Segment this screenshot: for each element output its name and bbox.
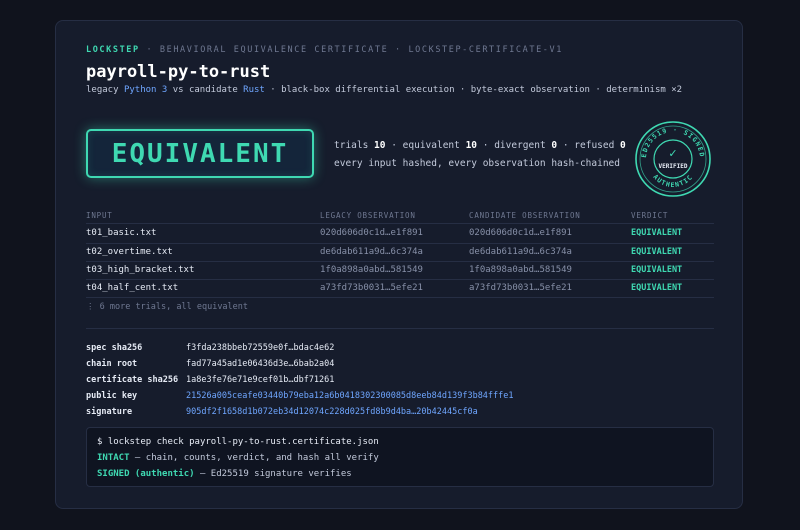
row-legacy-hash: a73fd73b0031…5efe21 xyxy=(320,283,423,293)
seal-ring-bottom-text: AUTHENTIC xyxy=(651,173,694,189)
divergent-label: · divergent xyxy=(477,140,552,151)
column-header-legacy: LEGACY OBSERVATION xyxy=(320,211,416,220)
table-row: t04_half_cent.txt a73fd73b0031…5efe21 a7… xyxy=(56,283,744,301)
seal-check-icon: ✓ xyxy=(668,147,677,160)
verdict-label: EQUIVALENT xyxy=(111,138,289,169)
equivalent-label: · equivalent xyxy=(385,140,466,151)
page-subtitle: legacy Python 3 vs candidate Rust · blac… xyxy=(86,85,682,95)
spec-sha256-label: spec sha256 xyxy=(86,343,143,353)
column-header-candidate: CANDIDATE OBSERVATION xyxy=(469,211,581,220)
terminal-intact-line: INTACT — chain, counts, verdict, and has… xyxy=(97,453,379,463)
row-candidate-hash: a73fd73b0031…5efe21 xyxy=(469,283,572,293)
spec-sha256-value: f3fda238bbeb72559e0f…bdac4e62 xyxy=(186,343,335,353)
verdict-badge: EQUIVALENT xyxy=(86,129,314,178)
column-header-verdict: VERDICT xyxy=(631,211,669,220)
table-row: t02_overtime.txt de6dab611a9d…6c374a de6… xyxy=(56,247,744,265)
terminal-output: $ lockstep check payroll-py-to-rust.cert… xyxy=(86,427,714,487)
certificate-kicker: LOCKSTEP · BEHAVIORAL EQUIVALENCE CERTIF… xyxy=(86,45,563,55)
intact-detail: — chain, counts, verdict, and hash all v… xyxy=(129,453,379,463)
brand-label: LOCKSTEP xyxy=(86,45,140,55)
signed-detail: — Ed25519 signature verifies xyxy=(194,469,352,479)
table-row: t03_high_bracket.txt 1f0a898a0abd…581549… xyxy=(56,265,744,283)
signed-status: SIGNED (authentic) xyxy=(97,469,195,479)
signature-label: signature xyxy=(86,407,133,417)
kicker-text: · BEHAVIORAL EQUIVALENCE CERTIFICATE · L… xyxy=(139,45,563,55)
column-header-input: INPUT xyxy=(86,211,113,220)
refused-count: 0 xyxy=(620,140,626,151)
row-legacy-hash: 1f0a898a0abd…581549 xyxy=(320,265,423,275)
subtitle-rest: · black-box differential execution · byt… xyxy=(264,85,683,95)
row-legacy-hash: 020d606d0c1d…e1f891 xyxy=(320,228,423,238)
terminal-command: $ lockstep check payroll-py-to-rust.cert… xyxy=(97,437,379,447)
row-verdict: EQUIVALENT xyxy=(631,265,683,275)
public-key-value: 21526a005ceafe03440b79eba12a6b0418302300… xyxy=(186,391,514,401)
row-verdict: EQUIVALENT xyxy=(631,247,683,257)
certificate-sha256-label: certificate sha256 xyxy=(86,375,179,385)
seal-center-label: VERIFIED xyxy=(659,163,688,170)
row-candidate-hash: 020d606d0c1d…e1f891 xyxy=(469,228,572,238)
trial-stats: trials 10 · equivalent 10 · divergent 0 … xyxy=(334,140,626,151)
table-divider xyxy=(86,223,714,224)
trials-count: 10 xyxy=(374,140,386,151)
chain-root-value: fad77a45ad1e06436d3e…6bab2a04 xyxy=(186,359,335,369)
certificate-sha256-value: 1a8e3fe76e71e9cef01b…dbf71261 xyxy=(186,375,335,385)
row-legacy-hash: de6dab611a9d…6c374a xyxy=(320,247,423,257)
table-divider xyxy=(86,297,714,298)
row-candidate-hash: 1f0a898a0abd…581549 xyxy=(469,265,572,275)
section-divider xyxy=(86,328,714,329)
trials-label: trials xyxy=(334,140,375,151)
row-input: t02_overtime.txt xyxy=(86,247,173,257)
verified-seal-icon: ED25519 · SIGNED AUTHENTIC ✓ VERIFIED xyxy=(635,121,711,197)
subtitle-legacy-prefix: legacy xyxy=(86,85,124,95)
terminal-signed-line: SIGNED (authentic) — Ed25519 signature v… xyxy=(97,469,352,479)
candidate-language: Rust xyxy=(243,85,265,95)
row-input: t03_high_bracket.txt xyxy=(86,265,195,275)
row-verdict: EQUIVALENT xyxy=(631,228,683,238)
certificate-card: LOCKSTEP · BEHAVIORAL EQUIVALENCE CERTIF… xyxy=(55,20,743,509)
table-divider xyxy=(86,261,714,262)
row-input: t01_basic.txt xyxy=(86,228,157,238)
public-key-label: public key xyxy=(86,391,138,401)
row-verdict: EQUIVALENT xyxy=(631,283,683,293)
more-trials-note: ⋮ 6 more trials, all equivalent xyxy=(86,302,249,312)
equivalent-count: 10 xyxy=(465,140,478,151)
intact-status: INTACT xyxy=(97,453,130,463)
subtitle-vs: vs candidate xyxy=(167,85,244,95)
refused-label: · refused xyxy=(557,140,621,151)
table-divider xyxy=(86,243,714,244)
page-title: payroll-py-to-rust xyxy=(86,62,271,82)
row-input: t04_half_cent.txt xyxy=(86,283,179,293)
legacy-language: Python 3 xyxy=(123,85,168,95)
table-divider xyxy=(86,279,714,280)
stats-note: every input hashed, every observation ha… xyxy=(334,158,620,169)
chain-root-label: chain root xyxy=(86,359,138,369)
signature-value: 905df2f1658d1b072eb34d12074c228d025fd8b9… xyxy=(186,407,478,417)
row-candidate-hash: de6dab611a9d…6c374a xyxy=(469,247,572,257)
